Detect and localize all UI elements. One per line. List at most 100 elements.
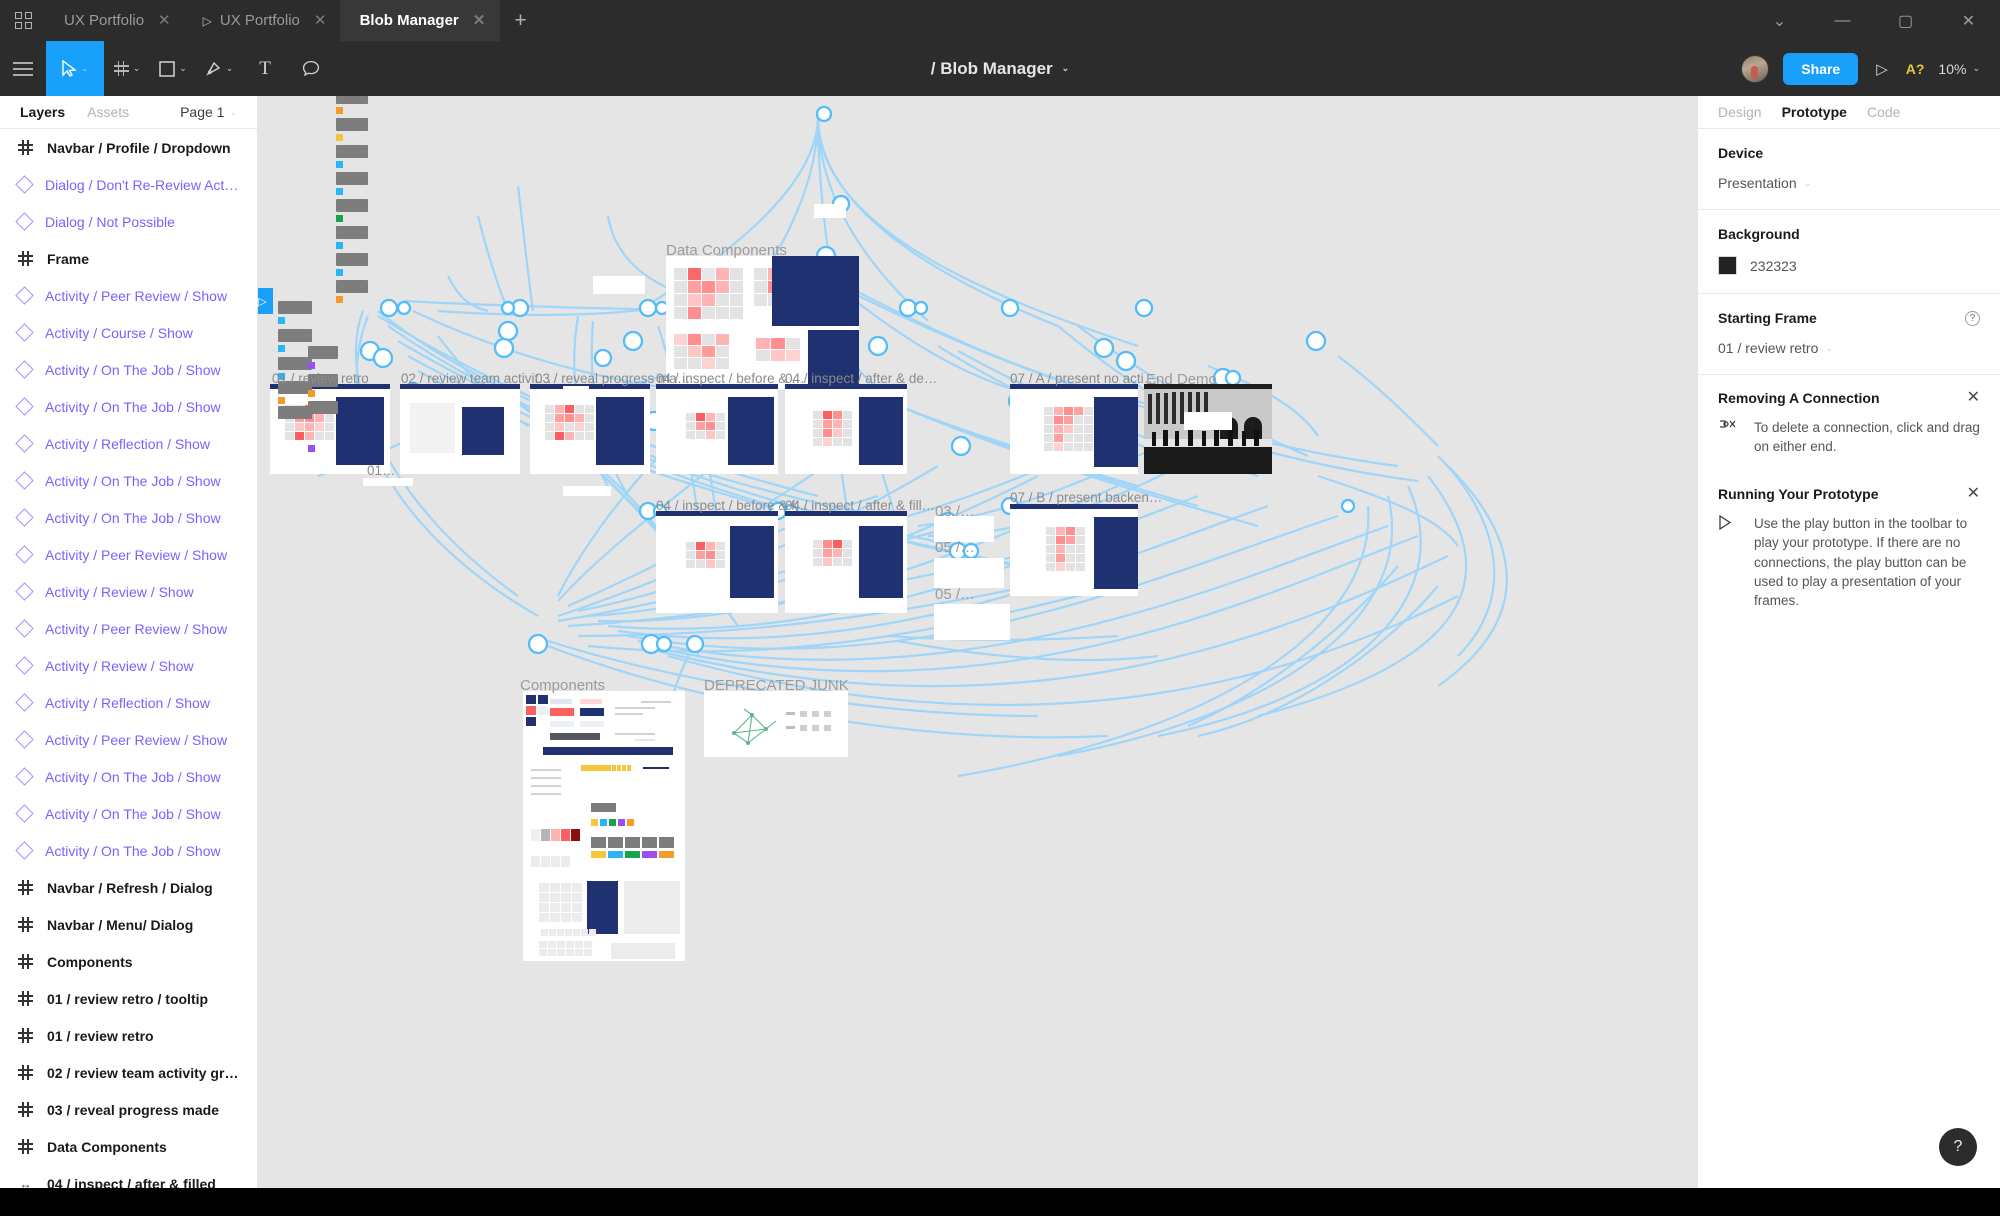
layer-item[interactable]: Dialog / Don't Re-Review Activi… [0, 166, 257, 203]
frame-04-inspect-before-f[interactable] [656, 511, 778, 613]
tab-ux-portfolio-2[interactable]: ▷ UX Portfolio ✕ [185, 0, 341, 41]
apps-grid-icon[interactable] [0, 0, 46, 41]
layer-item[interactable]: Activity / Peer Review / Show [0, 610, 257, 647]
frame-label[interactable]: 05 /… [935, 539, 975, 556]
frame-tool-button[interactable]: ⌄ [104, 41, 150, 96]
mini-frame-05-a[interactable] [934, 558, 1004, 588]
frame-label[interactable]: 03 /… [935, 503, 975, 520]
tab-design[interactable]: Design [1718, 104, 1762, 120]
layer-item[interactable]: Dialog / Not Possible [0, 203, 257, 240]
close-icon[interactable]: ✕ [314, 13, 327, 28]
pen-tool-button[interactable]: ⌄ [196, 41, 242, 96]
layer-item[interactable]: Activity / On The Job / Show [0, 388, 257, 425]
text-tool-button[interactable]: T [242, 41, 288, 96]
avatar[interactable] [1741, 54, 1770, 83]
chevron-down-icon[interactable]: ⌄ [1748, 0, 1811, 41]
layer-item[interactable]: Activity / Review / Show [0, 647, 257, 684]
frame-label[interactable]: End Demo [1146, 371, 1217, 388]
tab-code[interactable]: Code [1867, 104, 1900, 120]
mini-frame-tooltip-top[interactable] [814, 204, 846, 218]
status-badge[interactable]: A? [1906, 61, 1925, 77]
move-tool-button[interactable]: ⌄ [46, 41, 104, 96]
layer-item[interactable]: Activity / On The Job / Show [0, 462, 257, 499]
frame-label[interactable]: 04 / inspect / after & de… [785, 371, 937, 386]
layer-item[interactable]: Activity / On The Job / Show [0, 758, 257, 795]
frame-03-reveal-progress[interactable] [530, 384, 650, 474]
layer-item[interactable]: Activity / Peer Review / Show [0, 721, 257, 758]
frame-02-review-team-activity[interactable] [400, 384, 520, 474]
color-swatch[interactable] [1718, 256, 1737, 275]
close-icon[interactable]: ✕ [1967, 486, 1980, 502]
mini-frame-05-b[interactable] [934, 604, 1010, 640]
layer-item[interactable]: Navbar / Menu/ Dialog [0, 906, 257, 943]
frame-label[interactable]: 04 / inspect / before & … [656, 371, 805, 386]
tab-assets[interactable]: Assets [87, 104, 129, 120]
frame-label[interactable]: 07 / B / present backen… [1010, 490, 1162, 505]
frame-04-inspect-after-fill[interactable] [785, 511, 907, 613]
tab-blob-manager[interactable]: Blob Manager ✕ [340, 0, 501, 41]
layer-item[interactable]: Components [0, 943, 257, 980]
frame-04-inspect-before-de[interactable] [656, 384, 778, 474]
layer-item[interactable]: ↔ 04 / inspect / after & filled [0, 1165, 257, 1189]
frame-label[interactable]: Data Components [666, 242, 787, 259]
layer-item[interactable]: Navbar / Profile / Dropdown [0, 129, 257, 166]
frame-01-review-retro[interactable] [270, 384, 390, 474]
frame-components[interactable] [523, 691, 685, 961]
frame-label[interactable]: Components [520, 677, 605, 694]
frame-label[interactable]: 02 / review team activit… [401, 371, 552, 386]
new-tab-button[interactable]: + [500, 0, 540, 41]
tab-layers[interactable]: Layers [20, 104, 65, 120]
layer-item[interactable]: 01 / review retro / tooltip [0, 980, 257, 1017]
hamburger-menu-icon[interactable] [0, 41, 46, 96]
layer-item[interactable]: Activity / On The Job / Show [0, 795, 257, 832]
layer-item[interactable]: 01 / review retro [0, 1017, 257, 1054]
layer-item[interactable]: Activity / Review / Show [0, 573, 257, 610]
maximize-button[interactable]: ▢ [1874, 0, 1937, 41]
present-button[interactable]: ▷ [1872, 60, 1892, 78]
frame-04-inspect-after-de[interactable] [785, 384, 907, 474]
share-button[interactable]: Share [1783, 52, 1859, 85]
minimize-button[interactable]: — [1811, 0, 1874, 41]
close-window-button[interactable]: ✕ [1937, 0, 2000, 41]
layer-item[interactable]: Data Components [0, 1128, 257, 1165]
design-canvas[interactable]: ▷ Data Components 01 / review retro 02 /… [258, 96, 1697, 1188]
background-color-row[interactable]: 232323 [1718, 256, 1980, 275]
layer-item[interactable]: 03 / reveal progress made [0, 1091, 257, 1128]
shape-tool-button[interactable]: ⌄ [150, 41, 196, 96]
device-select[interactable]: Presentation ⌄ [1718, 175, 1980, 191]
frame-deprecated-junk[interactable] [704, 691, 848, 757]
layer-item[interactable]: 02 / review team activity graph [0, 1054, 257, 1091]
help-icon[interactable]: ? [1965, 310, 1980, 326]
mini-frame-tooltip-right[interactable] [593, 276, 645, 294]
frame-label[interactable]: DEPRECATED JUNK [704, 677, 849, 694]
layer-item[interactable]: Activity / On The Job / Show [0, 499, 257, 536]
comment-tool-button[interactable] [288, 41, 334, 96]
help-button[interactable]: ? [1939, 1128, 1977, 1166]
zoom-control[interactable]: 10% ⌄ [1938, 61, 1980, 77]
document-title-bar[interactable]: / Blob Manager ⌄ [931, 59, 1069, 79]
frame-07-a-present-no-acti[interactable] [1010, 384, 1138, 474]
layer-item[interactable]: Activity / Reflection / Show [0, 684, 257, 721]
starting-frame-flag[interactable]: ▷ [258, 288, 273, 314]
close-icon[interactable]: ✕ [158, 13, 171, 28]
tab-prototype[interactable]: Prototype [1782, 104, 1847, 120]
layer-item[interactable]: Activity / Peer Review / Show [0, 536, 257, 573]
frame-07-b-present-backend[interactable] [1010, 504, 1138, 596]
frame-label[interactable]: 01 / review retro [272, 371, 369, 386]
close-icon[interactable]: ✕ [1967, 390, 1980, 406]
starting-frame-select[interactable]: 01 / review retro ⌄ [1718, 340, 1980, 356]
frame-label[interactable]: 01… [367, 463, 396, 478]
layer-item[interactable]: Activity / On The Job / Show [0, 351, 257, 388]
frame-label[interactable]: 07 / A / present no acti… [1010, 371, 1157, 386]
layer-item[interactable]: Activity / Course / Show [0, 314, 257, 351]
chevron-down-icon[interactable]: ⌄ [1062, 63, 1070, 74]
close-icon[interactable]: ✕ [473, 13, 486, 28]
frame-data-components[interactable] [666, 256, 859, 390]
layer-item[interactable]: Activity / On The Job / Show [0, 832, 257, 869]
mini-frame-loose-b[interactable] [563, 486, 611, 496]
mini-frame-01-tooltip[interactable] [363, 478, 413, 486]
frame-end-demo[interactable] [1144, 384, 1272, 474]
layer-item[interactable]: Frame [0, 240, 257, 277]
frame-label[interactable]: 04 / inspect / after & fill… [785, 498, 935, 513]
layer-item[interactable]: Activity / Peer Review / Show [0, 277, 257, 314]
